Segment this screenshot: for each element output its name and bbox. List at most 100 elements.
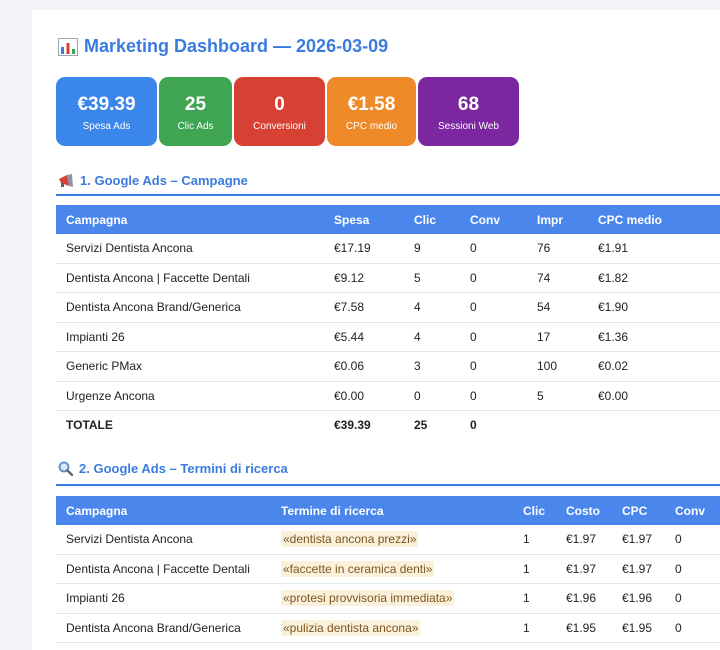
- kpi-cards: €39.39 Spesa Ads 25 Clic Ads 0 Conversio…: [56, 77, 519, 146]
- campaign-cell: Urgenze Ancona: [56, 381, 324, 411]
- clicks-cell: 4: [404, 292, 460, 323]
- search-term: «pulizia dentista ancona»: [281, 619, 421, 636]
- clicks-cell: 4: [404, 322, 460, 352]
- column-header[interactable]: Conv: [460, 205, 527, 234]
- table-header-row: Campagna Termine di ricerca Clic Costo C…: [56, 496, 720, 525]
- impr-cell: 5: [527, 381, 588, 411]
- kpi-label: Conversioni: [253, 120, 306, 132]
- section-title-search-terms: 2. Google Ads – Termini di ricerca: [58, 461, 288, 476]
- total-label-cell: TOTALE: [66, 418, 113, 433]
- search-terms-table: Campagna Termine di ricerca Clic Costo C…: [56, 496, 720, 643]
- clicks-cell: 1: [513, 583, 556, 614]
- kpi-label: CPC medio: [345, 120, 398, 132]
- kpi-label: Spesa Ads: [82, 120, 131, 132]
- cpc-cell: €1.82: [588, 263, 720, 293]
- dashboard-page: Marketing Dashboard — 2026-03-09 €39.39 …: [32, 10, 720, 650]
- kpi-conversions-card: 0 Conversioni: [234, 77, 325, 146]
- kpi-label: Sessioni Web: [438, 120, 499, 132]
- spend-cell: €17.19: [324, 234, 404, 264]
- campaign-cell: Impianti 26: [56, 583, 271, 614]
- page-title-text: Marketing Dashboard — 2026-03-09: [84, 36, 389, 56]
- cost-cell: €1.97: [556, 525, 612, 555]
- kpi-value: €1.58: [347, 93, 396, 115]
- search-term-cell: «pulizia dentista ancona»: [271, 613, 513, 643]
- conv-cell: 0: [460, 381, 527, 411]
- campaign-cell: Dentista Ancona | Faccette Dentali: [56, 263, 324, 293]
- campaign-cell: Dentista Ancona Brand/Generica: [56, 613, 271, 643]
- impr-cell: 54: [527, 292, 588, 323]
- cpc-cell: €1.96: [612, 583, 665, 614]
- cpc-cell: €0.00: [588, 381, 720, 411]
- clicks-cell: 9: [404, 234, 460, 264]
- cpc-cell: €1.97: [612, 525, 665, 555]
- table-row: Urgenze Ancona €0.00 0 0 5 €0.00: [56, 381, 720, 411]
- table-row: Dentista Ancona Brand/Generica «pulizia …: [56, 613, 720, 643]
- column-header[interactable]: Spesa: [324, 205, 404, 234]
- conv-cell: 0: [665, 554, 720, 584]
- campaign-cell: Servizi Dentista Ancona: [56, 525, 271, 555]
- conv-cell: 0: [460, 234, 527, 264]
- table-row: Impianti 26 €5.44 4 0 17 €1.36: [56, 322, 720, 352]
- kpi-label: Clic Ads: [177, 120, 214, 132]
- column-header[interactable]: Campagna: [56, 496, 271, 525]
- search-term-cell: «dentista ancona prezzi»: [271, 525, 513, 555]
- impr-cell: 100: [527, 351, 588, 382]
- search-term: «protesi provvisoria immediata»: [281, 590, 455, 607]
- section-title-text: 2. Google Ads – Termini di ricerca: [79, 461, 288, 476]
- table-row: Dentista Ancona | Faccette Dentali €9.12…: [56, 263, 720, 293]
- cost-cell: €1.97: [556, 554, 612, 584]
- spend-cell: €7.58: [324, 292, 404, 323]
- total-cpc-cell: [588, 411, 720, 440]
- clicks-cell: 5: [404, 263, 460, 293]
- cpc-cell: €1.91: [588, 234, 720, 264]
- kpi-value: 0: [274, 93, 285, 115]
- clicks-cell: 1: [513, 613, 556, 643]
- conv-cell: 0: [460, 322, 527, 352]
- conv-cell: 0: [665, 525, 720, 555]
- section-divider: [56, 484, 720, 486]
- column-header[interactable]: Clic: [513, 496, 556, 525]
- impr-cell: 76: [527, 234, 588, 264]
- conv-cell: 0: [665, 613, 720, 643]
- campaign-cell: Impianti 26: [56, 322, 324, 352]
- kpi-value: 25: [184, 93, 207, 115]
- kpi-sessions-card: 68 Sessioni Web: [418, 77, 519, 146]
- section-divider: [56, 194, 720, 196]
- table-total-row: TOTALE €39.39 25 0: [56, 411, 720, 440]
- spend-cell: €0.00: [324, 381, 404, 411]
- column-header[interactable]: CPC: [612, 496, 665, 525]
- campaign-cell: Dentista Ancona Brand/Generica: [56, 292, 324, 323]
- conv-cell: 0: [665, 583, 720, 614]
- page-title: Marketing Dashboard — 2026-03-09: [58, 36, 388, 57]
- kpi-spend-card: €39.39 Spesa Ads: [56, 77, 157, 146]
- table-row: Dentista Ancona Brand/Generica €7.58 4 0…: [56, 292, 720, 323]
- conv-cell: 0: [460, 351, 527, 382]
- table-row: Impianti 26 «protesi provvisoria immedia…: [56, 583, 720, 614]
- total-spend-cell: €39.39: [334, 418, 371, 433]
- search-term: «dentista ancona prezzi»: [281, 531, 419, 548]
- megaphone-icon: [59, 173, 73, 187]
- campaign-cell: Generic PMax: [56, 351, 324, 382]
- total-conv-cell: 0: [470, 418, 477, 433]
- search-term-cell: «protesi provvisoria immediata»: [271, 583, 513, 614]
- column-header[interactable]: Impr: [527, 205, 588, 234]
- table-row: Generic PMax €0.06 3 0 100 €0.02: [56, 351, 720, 382]
- spend-cell: €9.12: [324, 263, 404, 293]
- cpc-cell: €1.95: [612, 613, 665, 643]
- clicks-cell: 1: [513, 525, 556, 555]
- column-header[interactable]: Clic: [404, 205, 460, 234]
- section-title-text: 1. Google Ads – Campagne: [80, 173, 248, 188]
- column-header[interactable]: Campagna: [56, 205, 324, 234]
- column-header[interactable]: Conv: [665, 496, 720, 525]
- column-header[interactable]: Costo: [556, 496, 612, 525]
- column-header[interactable]: Termine di ricerca: [271, 496, 513, 525]
- campaign-cell: Dentista Ancona | Faccette Dentali: [56, 554, 271, 584]
- table-header-row: Campagna Spesa Clic Conv Impr CPC medio: [56, 205, 720, 234]
- column-header[interactable]: CPC medio: [588, 205, 720, 234]
- search-term: «faccette in ceramica denti»: [281, 560, 435, 577]
- total-clicks-cell: 25: [414, 418, 428, 433]
- cost-cell: €1.95: [556, 613, 612, 643]
- search-term-cell: «faccette in ceramica denti»: [271, 554, 513, 584]
- cpc-cell: €1.90: [588, 292, 720, 323]
- clicks-cell: 0: [404, 381, 460, 411]
